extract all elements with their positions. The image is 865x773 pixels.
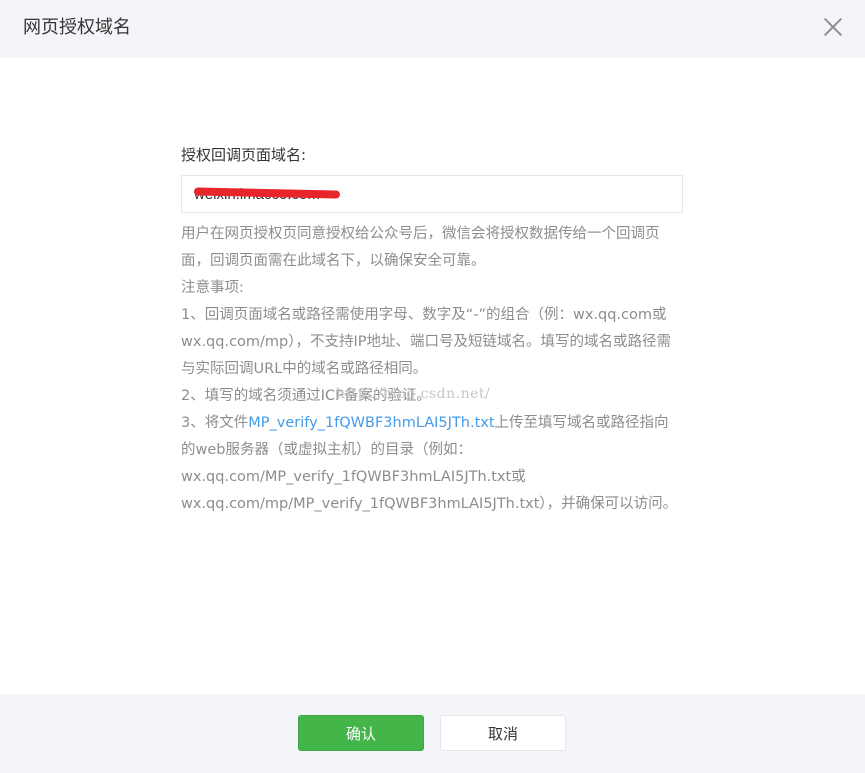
notice-item-3-prefix: 3、将文件 [181, 415, 249, 431]
confirm-button[interactable]: 确认 [298, 715, 424, 751]
notice-item-3: 3、将文件MP_verify_1fQWBF3hmLAI5JTh.txt上传至填写… [181, 410, 683, 518]
dialog-header: 网页授权域名 [0, 0, 865, 58]
notice-item-1: 1、回调页面域名或路径需使用字母、数字及“-”的组合（例：wx.qq.com或w… [181, 307, 672, 377]
watermark: http://blog.csdn.net/ [336, 386, 491, 402]
domain-input[interactable] [182, 176, 682, 212]
domain-field-label: 授权回调页面域名: [181, 146, 307, 164]
verify-file-link[interactable]: MP_verify_1fQWBF3hmLAI5JTh.txt [248, 415, 494, 431]
authorize-domain-dialog: 网页授权域名 授权回调页面域名: 用户在网页授权页同意授权给公众号后，微信会将授… [0, 0, 865, 773]
cancel-button[interactable]: 取消 [440, 715, 566, 751]
dialog-footer: 确认 取消 [0, 694, 865, 773]
tip-description: 用户在网页授权页同意授权给公众号后，微信会将授权数据传给一个回调页面，回调页面需… [181, 226, 660, 269]
notice-title: 注意事项: [181, 280, 244, 296]
tips: 用户在网页授权页同意授权给公众号后，微信会将授权数据传给一个回调页面，回调页面需… [181, 221, 683, 518]
dialog-body: 授权回调页面域名: 用户在网页授权页同意授权给公众号后，微信会将授权数据传给一个… [181, 144, 683, 518]
dialog-title: 网页授权域名 [23, 17, 131, 38]
close-icon[interactable] [823, 17, 843, 37]
domain-input-wrapper [181, 175, 683, 213]
